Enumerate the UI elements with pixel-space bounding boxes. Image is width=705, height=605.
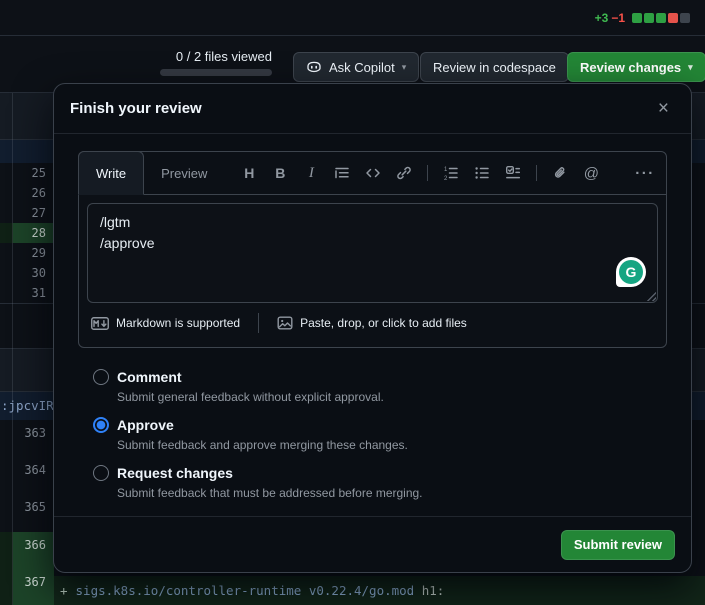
line-number[interactable]: 363 [13, 420, 54, 457]
toolbar-divider [536, 165, 537, 181]
paperclip-icon[interactable] [547, 160, 573, 186]
option-request-changes-label: Request changes [117, 463, 423, 483]
submit-review-label: Submit review [574, 537, 662, 552]
quote-icon[interactable] [329, 160, 355, 186]
link-icon[interactable] [391, 160, 417, 186]
line-number[interactable]: 25 [13, 163, 54, 183]
code-icon[interactable] [360, 160, 386, 186]
line-number[interactable]: 365 [13, 494, 54, 532]
editor-tab-bar: Write Preview H B I [79, 152, 666, 195]
markdown-icon [91, 317, 109, 330]
option-comment[interactable]: Comment Submit general feedback without … [78, 367, 667, 405]
module-link[interactable]: sigs.k8s.io/controller-runtime [76, 583, 302, 598]
line-number[interactable]: 364 [13, 457, 54, 494]
submit-review-button[interactable]: Submit review [561, 530, 675, 560]
task-list-icon[interactable] [500, 160, 526, 186]
dialog-title: Finish your review [70, 100, 202, 117]
tab-preview[interactable]: Preview [144, 152, 224, 194]
option-comment-label: Comment [117, 367, 384, 387]
line-number[interactable]: 366 [13, 532, 54, 569]
option-approve[interactable]: Approve Submit feedback and approve merg… [78, 415, 667, 453]
ordered-list-icon[interactable]: 12 [438, 160, 464, 186]
paste-drop-files-button[interactable]: Paste, drop, or click to add files [277, 315, 467, 331]
markdown-supported-link[interactable]: Markdown is supported [91, 316, 240, 330]
version-link[interactable]: v0.22.4/go.mod [309, 583, 414, 598]
svg-text:1: 1 [444, 167, 448, 173]
gutter-border [12, 93, 13, 605]
image-icon [277, 315, 293, 331]
dialog-footer: Submit review [54, 516, 691, 572]
mention-icon[interactable]: @ [578, 160, 604, 186]
option-approve-description: Submit feedback and approve merging thes… [117, 437, 408, 453]
review-comment-textarea[interactable]: /lgtm /approve [87, 203, 658, 303]
bullet-list-icon[interactable] [469, 160, 495, 186]
radio-approve-selected[interactable] [93, 417, 109, 433]
option-comment-description: Submit general feedback without explicit… [117, 389, 384, 405]
editor-toolbar: H B I 12 [236, 152, 666, 194]
italic-icon[interactable]: I [298, 160, 324, 186]
heading-icon[interactable]: H [236, 160, 262, 186]
svg-text:2: 2 [444, 176, 448, 181]
pr-review-screen: 25 26 27 28 29 30 31 :jpcvIR [0, 0, 705, 605]
option-request-changes[interactable]: Request changes Submit feedback that mus… [78, 463, 667, 501]
line-number[interactable]: 26 [13, 183, 54, 203]
option-approve-label: Approve [117, 415, 408, 435]
editor-area: /lgtm /approve G [79, 195, 666, 311]
review-type-options: Comment Submit general feedback without … [78, 367, 667, 501]
dialog-body: Write Preview H B I [54, 134, 691, 501]
paste-drop-files-label: Paste, drop, or click to add files [300, 316, 467, 330]
grammarly-icon[interactable]: G [616, 257, 646, 287]
line-number[interactable]: 28 [13, 223, 54, 243]
diff-plus-sign: + [60, 583, 68, 598]
toolbar-divider [427, 165, 428, 181]
finish-review-dialog: Finish your review × Write Preview H B I [53, 83, 692, 573]
more-options-icon[interactable]: ··· [632, 160, 658, 186]
line-number[interactable]: 27 [13, 203, 54, 223]
bold-icon[interactable]: B [267, 160, 293, 186]
diff-added-line-content: + sigs.k8s.io/controller-runtime v0.22.4/… [54, 576, 705, 605]
line-number[interactable]: 31 [13, 283, 54, 303]
radio-comment[interactable] [93, 369, 109, 385]
radio-request-changes[interactable] [93, 465, 109, 481]
line-number[interactable]: 29 [13, 243, 54, 263]
markdown-supported-label: Markdown is supported [116, 316, 240, 330]
tab-write[interactable]: Write [78, 151, 144, 195]
footer-divider [258, 313, 259, 333]
dialog-header: Finish your review × [54, 84, 691, 134]
option-request-changes-description: Submit feedback that must be addressed b… [117, 485, 423, 501]
close-icon[interactable]: × [652, 97, 675, 120]
editor-footer: Markdown is supported Paste, drop, or cl… [79, 311, 666, 347]
line-number[interactable]: 30 [13, 263, 54, 283]
comment-editor: Write Preview H B I [78, 151, 667, 348]
line-number[interactable]: 367 [13, 569, 54, 605]
hash-prefix: h1: [422, 583, 445, 598]
